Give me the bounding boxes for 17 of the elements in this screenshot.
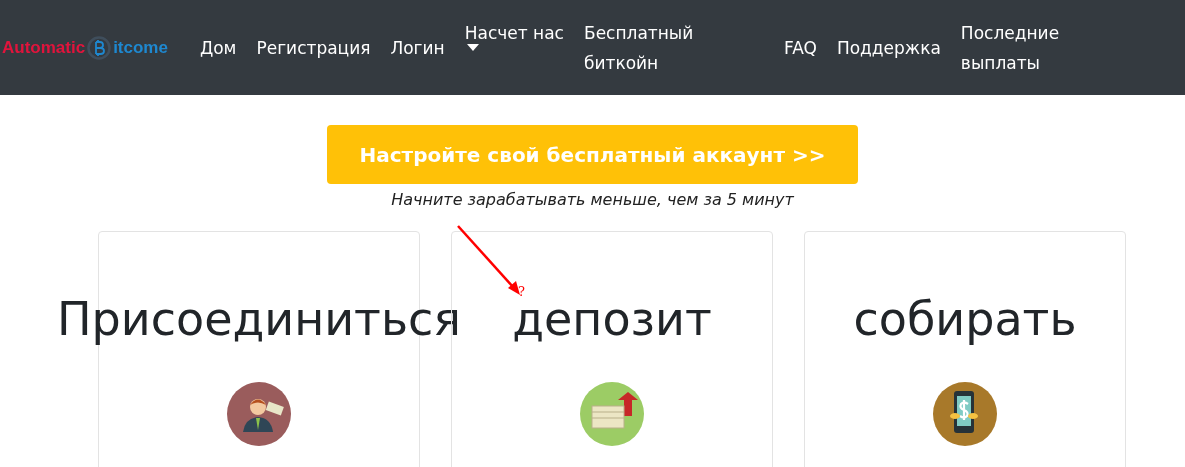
phone-dollar-icon bbox=[933, 382, 997, 446]
nav-link[interactable]: Регистрация bbox=[246, 18, 381, 78]
subtitle: Начните зарабатывать меньше, чем за 5 минут bbox=[391, 190, 794, 209]
nav-link[interactable]: FAQ bbox=[773, 18, 827, 78]
nav-link[interactable]: Бесплатный биткойн bbox=[573, 18, 774, 78]
nav-dropdown[interactable]: Насчет нас bbox=[454, 18, 574, 78]
nav-link[interactable]: Дом bbox=[189, 18, 247, 78]
nav-link[interactable]: Поддержка bbox=[826, 18, 951, 78]
nav-link[interactable]: Логин bbox=[380, 18, 455, 78]
caret-icon bbox=[466, 44, 479, 51]
bitcoin-icon bbox=[87, 35, 112, 60]
card-title: собирать bbox=[853, 292, 1077, 346]
money-stack-icon bbox=[580, 382, 644, 446]
businessman-icon bbox=[227, 382, 291, 446]
nav-link[interactable]: Последние выплаты bbox=[950, 18, 1071, 78]
annotation-mark: ? bbox=[518, 284, 525, 299]
card-title: Присоединиться bbox=[57, 292, 461, 346]
